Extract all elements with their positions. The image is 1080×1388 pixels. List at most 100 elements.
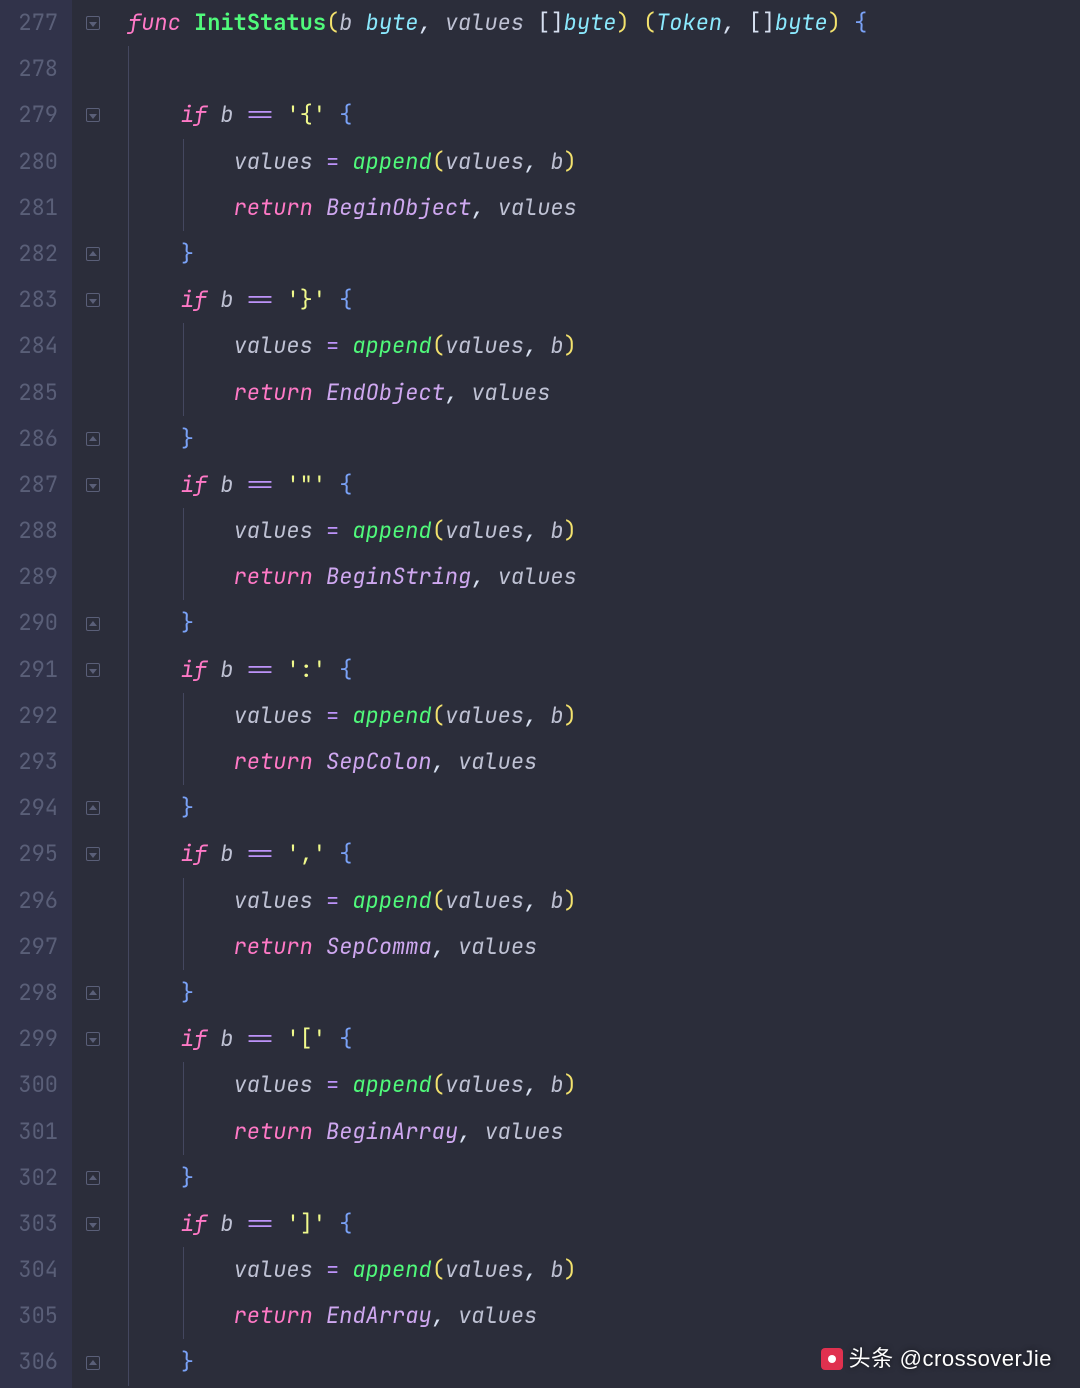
code-text[interactable]: return BeginArray, values [128,1109,564,1155]
code-text[interactable]: return EndObject, values [128,370,550,416]
fold-collapse-icon[interactable] [86,663,100,677]
code-line[interactable]: 305 return EndArray, values [0,1293,1080,1339]
code-line[interactable]: 292 values = append(values, b) [0,693,1080,739]
fold-cell[interactable] [72,231,114,277]
code-line[interactable]: 300 values = append(values, b) [0,1062,1080,1108]
code-text[interactable]: } [128,416,194,462]
fold-expand-icon[interactable] [86,801,100,815]
line-number: 289 [0,554,72,600]
fold-cell[interactable] [72,92,114,138]
code-text[interactable]: if b == '"' { [128,462,352,508]
code-line[interactable]: 304 values = append(values, b) [0,1247,1080,1293]
code-text[interactable]: values = append(values, b) [128,1062,577,1108]
code-text[interactable]: func InitStatus(b byte, values []byte) (… [128,0,867,46]
code-line[interactable]: 280 values = append(values, b) [0,139,1080,185]
code-line[interactable]: 295 if b == ',' { [0,831,1080,877]
line-number: 288 [0,508,72,554]
code-line[interactable]: 302 } [0,1155,1080,1201]
code-text[interactable]: } [128,970,194,1016]
fold-collapse-icon[interactable] [86,293,100,307]
code-line[interactable]: 284 values = append(values, b) [0,323,1080,369]
line-number: 291 [0,647,72,693]
line-number: 290 [0,600,72,646]
code-text[interactable]: if b == ':' { [128,647,352,693]
code-text[interactable]: } [128,600,194,646]
fold-collapse-icon[interactable] [86,108,100,122]
fold-collapse-icon[interactable] [86,1032,100,1046]
code-line[interactable]: 278 [0,46,1080,92]
code-line[interactable]: 279 if b == '{' { [0,92,1080,138]
line-number: 298 [0,970,72,1016]
code-line[interactable]: 299 if b == '[' { [0,1016,1080,1062]
code-line[interactable]: 281 return BeginObject, values [0,185,1080,231]
fold-cell[interactable] [72,1016,114,1062]
code-text[interactable]: return EndArray, values [128,1293,537,1339]
fold-cell[interactable] [72,831,114,877]
code-text[interactable]: if b == '{' { [128,92,352,138]
fold-collapse-icon[interactable] [86,1217,100,1231]
fold-cell[interactable] [72,647,114,693]
line-number: 280 [0,139,72,185]
code-line[interactable]: 287 if b == '"' { [0,462,1080,508]
code-text[interactable]: values = append(values, b) [128,139,577,185]
code-text[interactable]: return BeginString, values [128,554,577,600]
fold-cell[interactable] [72,462,114,508]
code-text[interactable]: values = append(values, b) [128,1247,577,1293]
code-line[interactable]: 294 } [0,785,1080,831]
fold-expand-icon[interactable] [86,986,100,1000]
code-line[interactable]: 290 } [0,600,1080,646]
code-line[interactable]: 293 return SepColon, values [0,739,1080,785]
fold-cell[interactable] [72,970,114,1016]
code-line[interactable]: 297 return SepComma, values [0,924,1080,970]
code-text[interactable]: if b == ']' { [128,1201,352,1247]
code-text[interactable]: return BeginObject, values [128,185,577,231]
code-line[interactable]: 301 return BeginArray, values [0,1109,1080,1155]
code-text[interactable]: values = append(values, b) [128,878,577,924]
code-text[interactable]: values = append(values, b) [128,508,577,554]
fold-cell[interactable] [72,277,114,323]
fold-expand-icon[interactable] [86,432,100,446]
fold-cell[interactable] [72,1339,114,1385]
watermark-handle: @crossoverJie [900,1336,1052,1382]
code-text[interactable]: values = append(values, b) [128,323,577,369]
fold-cell[interactable] [72,416,114,462]
code-text[interactable]: if b == ',' { [128,831,352,877]
fold-collapse-icon[interactable] [86,847,100,861]
fold-expand-icon[interactable] [86,247,100,261]
code-line[interactable]: 286 } [0,416,1080,462]
code-line[interactable]: 291 if b == ':' { [0,647,1080,693]
code-line[interactable]: 277func InitStatus(b byte, values []byte… [0,0,1080,46]
toutiao-logo-icon [821,1348,843,1370]
code-text[interactable]: if b == '}' { [128,277,352,323]
code-line[interactable]: 298 } [0,970,1080,1016]
fold-collapse-icon[interactable] [86,16,100,30]
code-line[interactable]: 289 return BeginString, values [0,554,1080,600]
code-text[interactable]: values = append(values, b) [128,693,577,739]
fold-expand-icon[interactable] [86,1171,100,1185]
fold-cell [72,323,114,369]
code-text[interactable]: } [128,231,194,277]
fold-expand-icon[interactable] [86,1356,100,1370]
code-line[interactable]: 288 values = append(values, b) [0,508,1080,554]
code-text[interactable]: if b == '[' { [128,1016,352,1062]
fold-cell[interactable] [72,1201,114,1247]
line-number: 282 [0,231,72,277]
code-line[interactable]: 282 } [0,231,1080,277]
fold-cell[interactable] [72,600,114,646]
fold-cell[interactable] [72,785,114,831]
fold-collapse-icon[interactable] [86,478,100,492]
code-line[interactable]: 296 values = append(values, b) [0,878,1080,924]
code-text[interactable]: return SepComma, values [128,924,537,970]
line-number: 292 [0,693,72,739]
code-line[interactable]: 283 if b == '}' { [0,277,1080,323]
line-number: 281 [0,185,72,231]
fold-cell[interactable] [72,1155,114,1201]
code-text[interactable]: } [128,1155,194,1201]
code-line[interactable]: 303 if b == ']' { [0,1201,1080,1247]
code-text[interactable]: } [128,1339,194,1385]
fold-expand-icon[interactable] [86,617,100,631]
code-line[interactable]: 285 return EndObject, values [0,370,1080,416]
fold-cell[interactable] [72,0,114,46]
code-text[interactable]: return SepColon, values [128,739,537,785]
code-text[interactable]: } [128,785,194,831]
